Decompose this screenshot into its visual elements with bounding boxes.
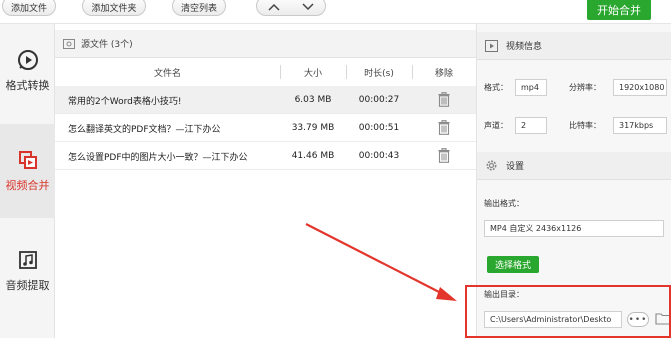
app-window: 添加文件 添加文件夹 清空列表 开始合并 格式转换 视频合并 音频提取 源文件 … [0, 0, 671, 338]
video-info-header: 视频信息 [477, 32, 671, 60]
move-down-button[interactable] [291, 0, 325, 15]
table-row[interactable]: 怎么翻译英文的PDF文档？—江下办公 33.79 MB 00:00:51 [55, 114, 476, 142]
sidebar-item-label: 格式转换 [5, 79, 50, 92]
sidebar: 格式转换 视频合并 音频提取 [0, 24, 55, 338]
source-file-title: 源文件 (3个) [81, 40, 133, 50]
toolbar: 添加文件 添加文件夹 清空列表 开始合并 [0, 0, 671, 24]
table-row[interactable]: 常用的2个Word表格小技巧! 6.03 MB 00:00:27 [55, 86, 476, 114]
file-name: 怎么设置PDF中的图片大小一致？—江下办公 [68, 152, 248, 163]
resolution-value: 1920x1080 [613, 79, 667, 96]
move-up-button[interactable] [257, 0, 291, 15]
sidebar-item-video-merge[interactable]: 视频合并 [0, 124, 55, 218]
output-format-field[interactable]: MP4 自定义 2436x1126 [484, 220, 664, 237]
gear-icon [486, 160, 497, 171]
music-note-icon [18, 251, 37, 269]
reorder-buttons [256, 0, 326, 16]
file-duration: 00:00:27 [358, 95, 400, 105]
file-name: 常用的2个Word表格小技巧! [68, 96, 182, 107]
trash-icon[interactable] [438, 92, 450, 107]
clear-list-button[interactable]: 清空列表 [172, 0, 226, 16]
start-merge-button[interactable]: 开始合并 [587, 0, 651, 20]
file-size: 41.46 MB [291, 151, 335, 161]
file-duration: 00:00:51 [358, 123, 400, 133]
column-header-remove: 移除 [434, 68, 453, 79]
channel-label: 声道： [484, 121, 508, 130]
chevron-down-icon [302, 3, 314, 11]
annotation-highlight-box [465, 285, 671, 338]
convert-play-icon [17, 50, 38, 70]
choose-format-button[interactable]: 选择格式 [487, 256, 539, 273]
file-folder-icon [63, 39, 75, 49]
add-folder-button[interactable]: 添加文件夹 [82, 0, 146, 16]
column-header-duration: 时长(s) [364, 68, 394, 79]
settings-title: 设置 [506, 162, 525, 172]
settings-header: 设置 [477, 152, 671, 180]
source-file-panel: 源文件 (3个) 文件名 大小 时长(s) 移除 常用的2个Word表格小技巧!… [55, 30, 476, 338]
file-duration: 00:00:43 [358, 151, 400, 161]
sidebar-item-audio-extract[interactable]: 音频提取 [0, 224, 55, 318]
table-row[interactable]: 怎么设置PDF中的图片大小一致？—江下办公 41.46 MB 00:00:43 [55, 142, 476, 170]
column-header-name: 文件名 [153, 68, 181, 79]
right-panel: 视频信息 格式： mp4 分辨率： 1920x1080 声道： 2 比特率： 3… [465, 24, 671, 338]
file-name: 怎么翻译英文的PDF文档？—江下办公 [68, 124, 221, 135]
file-size: 33.79 MB [291, 123, 335, 133]
channel-value: 2 [515, 117, 547, 134]
sidebar-item-label: 视频合并 [5, 179, 50, 192]
column-header-size: 大小 [303, 68, 322, 79]
video-info-icon [485, 39, 498, 52]
format-value: mp4 [515, 79, 547, 96]
sidebar-item-label: 音频提取 [5, 279, 50, 292]
output-format-label: 输出格式： [484, 198, 524, 208]
video-merge-icon [18, 151, 37, 169]
bitrate-label: 比特率： [569, 121, 601, 130]
sidebar-item-format-convert[interactable]: 格式转换 [0, 24, 55, 118]
add-file-button[interactable]: 添加文件 [2, 0, 56, 16]
bitrate-value: 317kbps [613, 117, 667, 134]
video-info-title: 视频信息 [506, 42, 543, 52]
chevron-up-icon [268, 3, 280, 11]
source-file-header: 源文件 (3个) [55, 30, 476, 58]
trash-icon[interactable] [438, 148, 450, 163]
trash-icon[interactable] [438, 120, 450, 135]
format-label: 格式： [484, 83, 508, 92]
resolution-label: 分辨率： [569, 83, 601, 92]
file-size: 6.03 MB [294, 95, 332, 105]
